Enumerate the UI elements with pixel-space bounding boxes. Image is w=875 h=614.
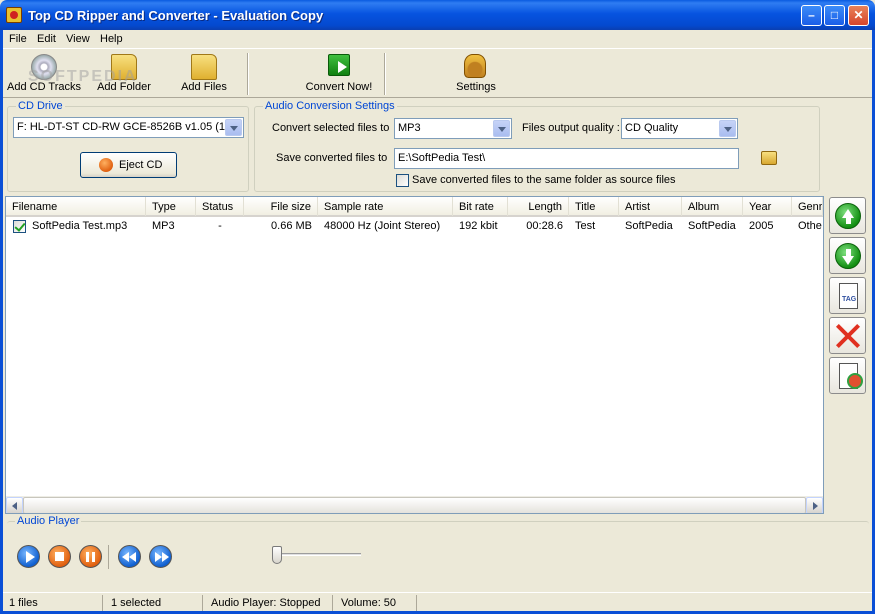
status-volume: Volume: 50 xyxy=(337,595,417,611)
scroll-left-icon[interactable] xyxy=(6,497,23,513)
format-select[interactable]: MP3 xyxy=(394,118,512,139)
settings-button[interactable]: Settings xyxy=(451,50,501,96)
save-to-label: Save converted files to xyxy=(276,152,388,164)
browse-folder-icon[interactable] xyxy=(761,151,777,165)
menu-view[interactable]: View xyxy=(66,33,90,45)
fast-forward-button[interactable] xyxy=(149,545,172,568)
cell-filename: SoftPedia Test.mp3 xyxy=(32,220,128,232)
same-folder-label: Save converted files to the same folder … xyxy=(412,174,676,186)
col-title[interactable]: Title xyxy=(569,197,619,216)
col-sample-rate[interactable]: Sample rate xyxy=(318,197,453,216)
cell-title: Test xyxy=(575,220,596,232)
play-button[interactable] xyxy=(17,545,40,568)
app-icon xyxy=(6,7,22,23)
menu-file[interactable]: File xyxy=(9,33,27,45)
rewind-button[interactable] xyxy=(118,545,141,568)
convert-play-icon xyxy=(328,54,350,76)
cell-length: 00:28.6 xyxy=(526,220,563,232)
table-row[interactable]: SoftPedia Test.mp3 MP3 - 0.66 MB 48000 H… xyxy=(6,218,823,235)
convert-now-button[interactable]: Convert Now! xyxy=(303,50,375,96)
col-length[interactable]: Length xyxy=(508,197,569,216)
pause-button[interactable] xyxy=(79,545,102,568)
menu-help[interactable]: Help xyxy=(100,33,123,45)
cell-artist: SoftPedia xyxy=(625,220,673,232)
chevron-down-icon[interactable] xyxy=(493,120,510,137)
convert-icon xyxy=(839,363,863,389)
audio-player-title: Audio Player xyxy=(15,515,82,527)
stop-button[interactable] xyxy=(48,545,71,568)
cd-drive-group: CD Drive F: HL-DT-ST CD-RW GCE-8526B v1.… xyxy=(7,100,249,192)
quality-label: Files output quality : xyxy=(522,122,620,134)
volume-slider-track[interactable] xyxy=(276,553,361,556)
minimize-button[interactable]: – xyxy=(801,5,822,26)
cell-type: MP3 xyxy=(152,220,175,232)
toolbar-separator xyxy=(384,53,386,95)
cell-album: SoftPedia xyxy=(688,220,736,232)
delete-icon xyxy=(835,323,861,349)
status-player: Audio Player: Stopped xyxy=(207,595,333,611)
eject-cd-button[interactable]: Eject CD xyxy=(80,152,177,178)
cell-bit-rate: 192 kbit xyxy=(459,220,498,232)
save-path-input[interactable]: E:\SoftPedia Test\ xyxy=(394,148,739,169)
cell-file-size: 0.66 MB xyxy=(271,220,312,232)
same-folder-checkbox[interactable] xyxy=(396,174,409,187)
player-separator xyxy=(108,545,109,569)
edit-tag-button[interactable]: TAG xyxy=(829,277,866,314)
col-year[interactable]: Year xyxy=(743,197,792,216)
arrow-up-icon xyxy=(835,203,861,229)
arrow-down-icon xyxy=(835,243,861,269)
tag-icon: TAG xyxy=(839,283,858,309)
col-type[interactable]: Type xyxy=(146,197,196,216)
close-button[interactable]: ✕ xyxy=(848,5,869,26)
title-bar[interactable]: Top CD Ripper and Converter - Evaluation… xyxy=(0,0,875,30)
status-files: 1 files xyxy=(5,595,103,611)
cell-genre: Othe xyxy=(798,220,822,232)
files-icon xyxy=(191,54,217,80)
col-album[interactable]: Album xyxy=(682,197,743,216)
status-selected: 1 selected xyxy=(107,595,203,611)
row-checkbox[interactable] xyxy=(13,220,26,233)
window-title: Top CD Ripper and Converter - Evaluation… xyxy=(28,8,324,23)
horizontal-scrollbar[interactable] xyxy=(6,496,823,513)
status-bar: 1 files 1 selected Audio Player: Stopped… xyxy=(3,592,872,611)
cell-sample-rate: 48000 Hz (Joint Stereo) xyxy=(324,220,441,232)
quality-select[interactable]: CD Quality xyxy=(621,118,738,139)
scrollbar-thumb[interactable] xyxy=(23,497,806,513)
scroll-right-icon[interactable] xyxy=(806,497,823,513)
chevron-down-icon[interactable] xyxy=(719,120,736,137)
file-list[interactable]: Filename Type Status File size Sample ra… xyxy=(5,196,824,514)
conversion-settings-title: Audio Conversion Settings xyxy=(263,100,397,112)
col-artist[interactable]: Artist xyxy=(619,197,682,216)
move-up-button[interactable] xyxy=(829,197,866,234)
add-files-button[interactable]: Add Files xyxy=(177,50,231,96)
cell-status: - xyxy=(218,220,222,232)
col-bit-rate[interactable]: Bit rate xyxy=(453,197,508,216)
eject-icon xyxy=(99,158,113,172)
cd-drive-title: CD Drive xyxy=(16,100,65,112)
convert-to-label: Convert selected files to xyxy=(272,122,390,134)
move-down-button[interactable] xyxy=(829,237,866,274)
chevron-down-icon[interactable] xyxy=(225,119,242,136)
menu-bar: File Edit View Help xyxy=(3,30,872,49)
cell-year: 2005 xyxy=(749,220,774,232)
watermark: SOFTPEDIA xyxy=(28,68,138,85)
col-file-size[interactable]: File size xyxy=(244,197,318,216)
menu-edit[interactable]: Edit xyxy=(37,33,56,45)
settings-icon xyxy=(464,54,486,78)
col-status[interactable]: Status xyxy=(196,197,244,216)
toolbar-separator xyxy=(247,53,249,95)
cd-drive-select[interactable]: F: HL-DT-ST CD-RW GCE-8526B v1.05 (1: xyxy=(13,117,244,138)
col-genre[interactable]: Genr xyxy=(792,197,823,216)
col-filename[interactable]: Filename xyxy=(6,197,146,216)
volume-slider-thumb[interactable] xyxy=(272,546,282,564)
file-list-header: Filename Type Status File size Sample ra… xyxy=(6,197,823,217)
remove-button[interactable] xyxy=(829,317,866,354)
convert-file-button[interactable] xyxy=(829,357,866,394)
maximize-button[interactable]: □ xyxy=(824,5,845,26)
